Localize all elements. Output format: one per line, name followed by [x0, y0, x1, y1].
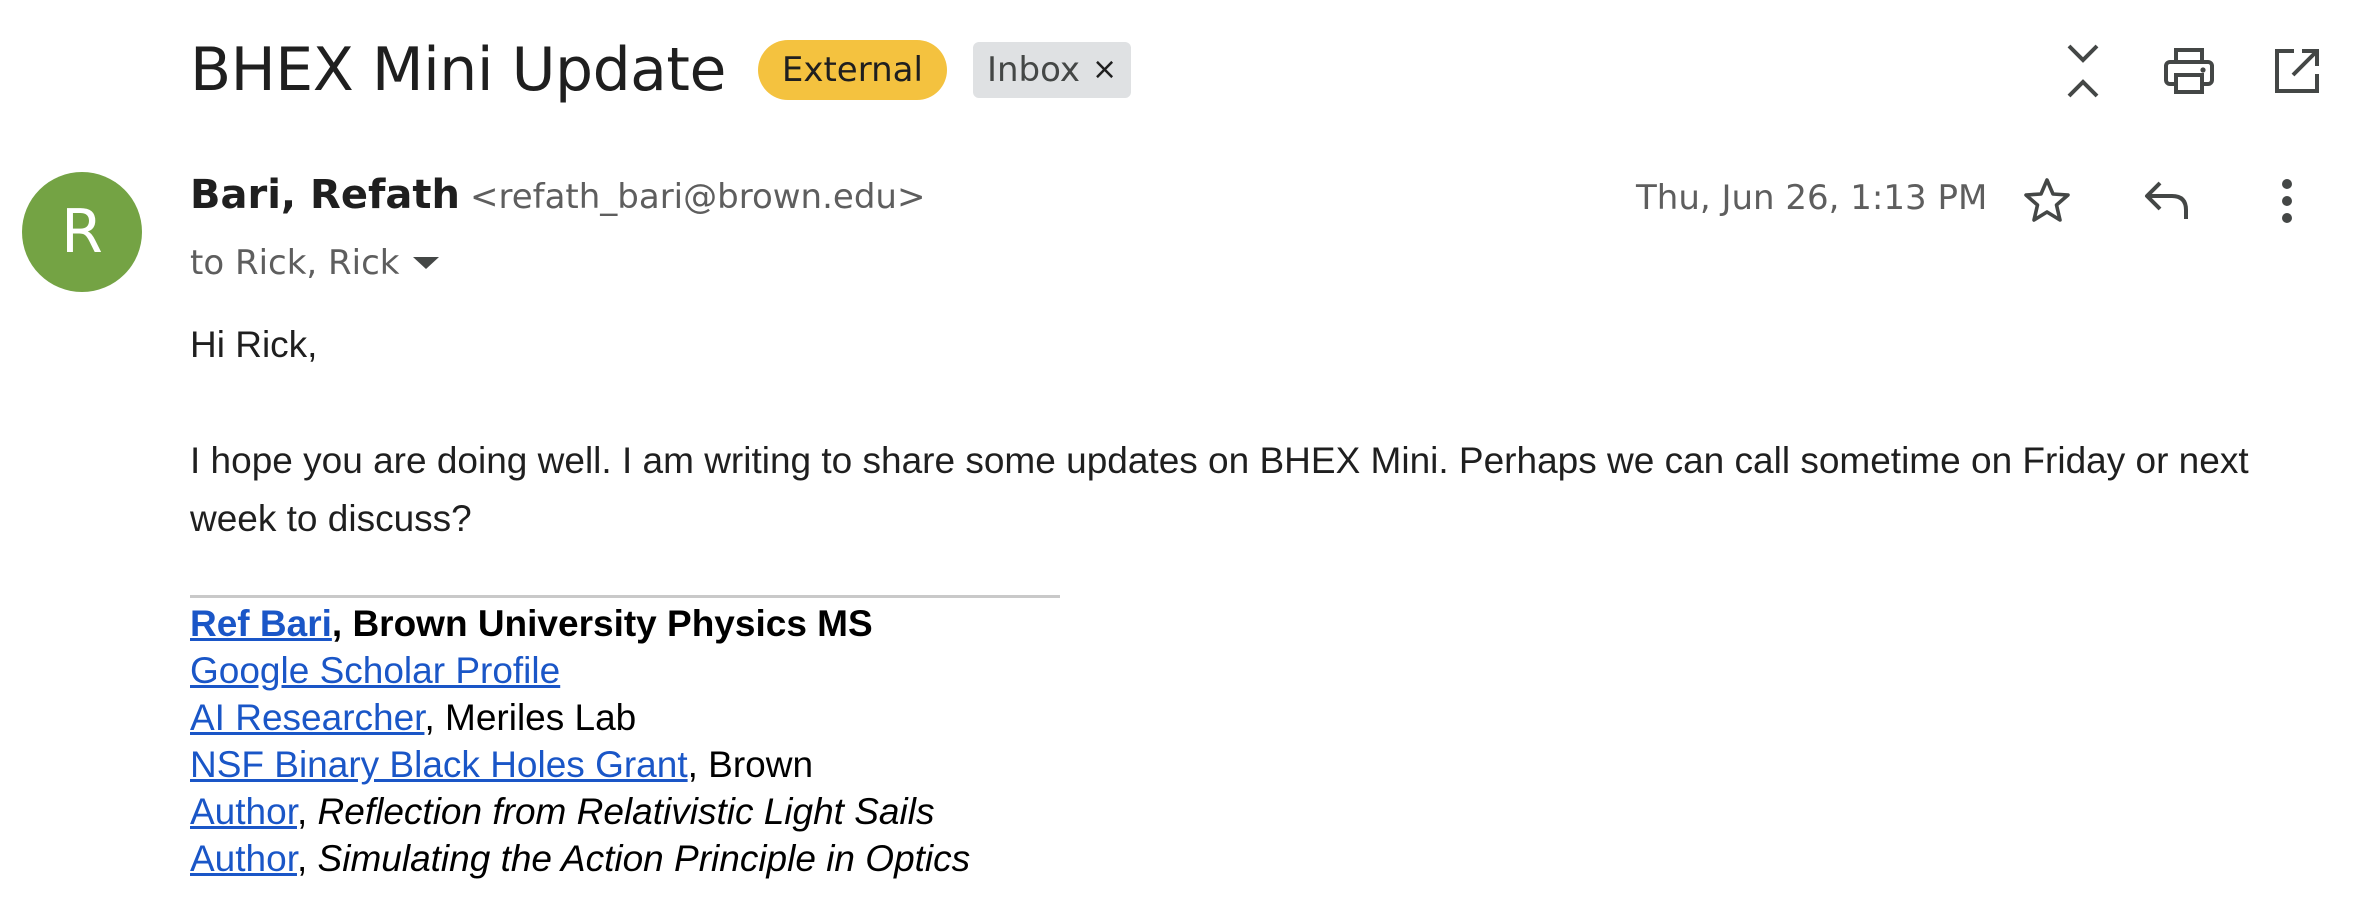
signature-line-role: AI Researcher, Meriles Lab	[190, 694, 970, 741]
remove-label-icon[interactable]: ×	[1092, 42, 1117, 98]
role-suffix: , Meriles Lab	[424, 697, 637, 738]
grant-suffix: , Brown	[687, 744, 814, 785]
grant-link[interactable]: NSF Binary Black Holes Grant	[190, 744, 688, 785]
sender-name[interactable]: Bari, Refath	[190, 172, 460, 218]
recipients-line: to Rick, Rick	[190, 238, 440, 288]
inbox-label-text: Inbox	[986, 50, 1080, 90]
signature-line-author-2: Author, Simulating the Action Principle …	[190, 835, 970, 882]
role-link[interactable]: AI Researcher	[190, 697, 424, 738]
paper-title-1: Reflection from Relativistic Light Sails	[317, 791, 935, 832]
signature-line-author-1: Author, Reflection from Relativistic Lig…	[190, 788, 970, 835]
name-link[interactable]: Ref Bari	[190, 603, 332, 644]
greeting: Hi Rick,	[190, 324, 318, 365]
show-details-chevron-icon[interactable]	[413, 257, 440, 269]
open-in-new-window-button[interactable]	[2262, 36, 2332, 106]
sender-email: <refath_bari@brown.edu>	[469, 177, 926, 217]
open-external-icon	[2275, 49, 2319, 93]
avatar[interactable]: R	[22, 172, 142, 292]
printer-icon	[2164, 48, 2214, 94]
recipients-text: to Rick, Rick	[190, 243, 400, 283]
sender-line: Bari, Refath <refath_bari@brown.edu>	[190, 172, 925, 228]
signature-line-name: Ref Bari, Brown University Physics MS	[190, 600, 970, 647]
paper-title-2: Simulating the Action Principle in Optic…	[317, 838, 971, 879]
author-separator-2: ,	[296, 838, 318, 879]
reply-icon	[2145, 181, 2188, 219]
more-vert-icon	[2282, 179, 2292, 223]
star-icon	[2024, 178, 2070, 222]
email-subject: BHEX Mini Update	[190, 35, 726, 105]
author-link-2[interactable]: Author	[190, 838, 297, 879]
signature-line-scholar: Google Scholar Profile	[190, 647, 970, 694]
inbox-label[interactable]: Inbox ×	[972, 42, 1132, 98]
author-link-1[interactable]: Author	[190, 791, 297, 832]
body-paragraph: I hope you are doing well. I am writing …	[190, 440, 2249, 539]
more-options-button[interactable]	[2252, 166, 2322, 236]
signature: Ref Bari, Brown University Physics MS Go…	[190, 600, 970, 882]
star-button[interactable]	[2012, 166, 2082, 236]
thread-toolbar	[2048, 36, 2368, 106]
signature-divider	[190, 595, 1060, 598]
external-label: External	[757, 40, 947, 100]
name-suffix: , Brown University Physics MS	[331, 603, 873, 644]
collapse-all-button[interactable]	[2048, 36, 2118, 106]
author-separator-1: ,	[296, 791, 318, 832]
subject-row: BHEX Mini Update External Inbox ×	[190, 30, 1132, 110]
reply-button[interactable]	[2132, 166, 2202, 236]
collapse-icon	[2067, 44, 2099, 98]
scholar-link[interactable]: Google Scholar Profile	[190, 650, 560, 691]
message-body: Hi Rick, I hope you are doing well. I am…	[190, 316, 2320, 548]
print-button[interactable]	[2154, 36, 2224, 106]
signature-line-grant: NSF Binary Black Holes Grant, Brown	[190, 741, 970, 788]
message-timestamp: Thu, Jun 26, 1:13 PM	[1636, 178, 1988, 218]
